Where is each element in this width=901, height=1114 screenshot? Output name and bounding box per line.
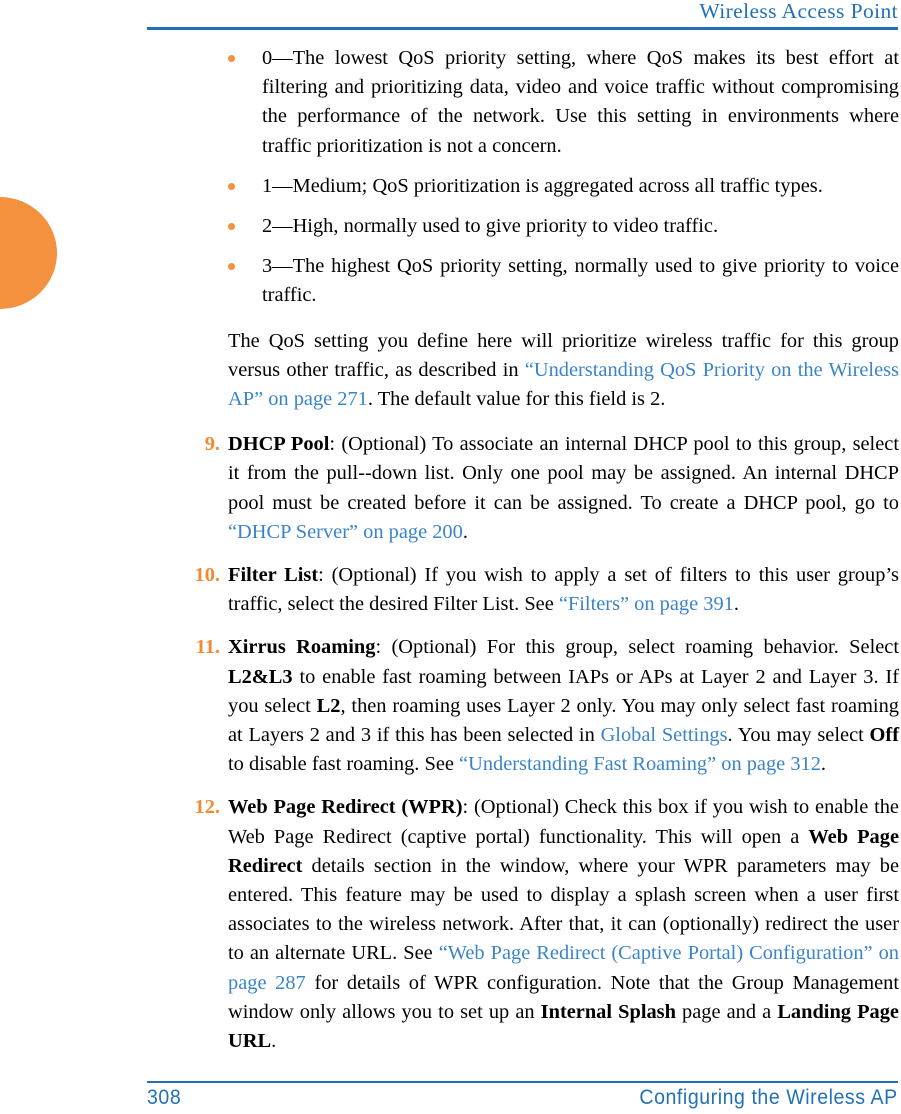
bullet-dot-icon	[228, 55, 235, 62]
list-item-text: 3—The highest QoS priority setting, norm…	[262, 255, 899, 307]
cross-reference-link-dhcp-server[interactable]: “DHCP Server” on page 200	[228, 521, 463, 543]
step-body-text: : (Optional) For this group, select roam…	[375, 636, 900, 659]
page-header: Wireless Access Point	[147, 0, 898, 30]
footer-divider	[147, 1081, 898, 1083]
list-item: 0—The lowest QoS priority setting, where…	[0, 44, 901, 161]
header-title: Wireless Access Point	[699, 0, 898, 23]
step-body-text-5: to disable fast roaming. See	[228, 753, 460, 776]
document-page: Wireless Access Point 0—The lowest QoS p…	[0, 0, 901, 1114]
step-option-l2l3: L2&L3	[228, 665, 293, 688]
page-content: 0—The lowest QoS priority setting, where…	[0, 44, 901, 1056]
step-term: Web Page Redirect (WPR)	[228, 796, 463, 819]
list-item: 1—Medium; QoS prioritization is aggregat…	[0, 172, 901, 201]
list-item: 3—The highest QoS priority setting, norm…	[0, 252, 901, 310]
list-item-text: 0—The lowest QoS priority setting, where…	[262, 47, 899, 157]
step-number: 12.	[194, 796, 221, 819]
footer-page-number: 308	[147, 1086, 182, 1109]
bullet-dot-icon	[228, 223, 235, 231]
list-item: 2—High, normally used to give priority t…	[0, 212, 901, 241]
page-footer: 308 Configuring the Wireless AP	[147, 1086, 898, 1114]
paragraph-qos-setting: The QoS setting you define here will pri…	[0, 327, 901, 415]
step-body-text-2: .	[733, 593, 739, 616]
step-number: 11.	[195, 636, 220, 659]
step-body-text-4: page and a	[675, 1000, 778, 1023]
step-number: 9.	[204, 433, 220, 456]
step-term: Xirrus Roaming	[228, 636, 376, 659]
step-number: 10.	[194, 564, 221, 587]
numbered-step-filter-list: 10. Filter List: (Optional) If you wish …	[0, 561, 901, 619]
header-divider	[147, 27, 898, 30]
footer-section-title: Configuring the Wireless AP	[639, 1086, 898, 1109]
step-term: Filter List	[228, 564, 319, 587]
step-body-text: : (Optional) To associate an internal DH…	[228, 433, 899, 514]
cross-reference-link-fast-roaming[interactable]: “Understanding Fast Roaming” on page 312	[459, 753, 821, 775]
step-body-text-4: . You may select	[727, 724, 870, 747]
step-body-text-6: .	[820, 753, 827, 776]
cross-reference-link-global-settings[interactable]: Global Settings	[601, 724, 728, 746]
bullet-dot-icon	[228, 263, 235, 271]
step-body-text-2: .	[462, 520, 468, 543]
numbered-step-xirrus-roaming: 11. Xirrus Roaming: (Optional) For this …	[0, 633, 901, 779]
step-term: DHCP Pool	[228, 433, 330, 456]
step-body-text-5: .	[271, 1030, 277, 1053]
cross-reference-link-filters[interactable]: “Filters” on page 391	[559, 593, 734, 615]
numbered-step-dhcp-pool: 9. DHCP Pool: (Optional) To associate an…	[0, 430, 901, 547]
numbered-step-web-page-redirect: 12. Web Page Redirect (WPR): (Optional) …	[0, 793, 901, 1056]
step-option-l2: L2	[316, 694, 341, 717]
paragraph-tail-text: . The default value for this field is 2.	[367, 388, 666, 411]
bullet-dot-icon	[228, 182, 235, 190]
step-option-internal-splash: Internal Splash	[540, 1000, 676, 1023]
list-item-text: 2—High, normally used to give priority t…	[262, 215, 719, 238]
list-item-text: 1—Medium; QoS prioritization is aggregat…	[262, 174, 823, 197]
step-option-off: Off	[869, 724, 899, 747]
